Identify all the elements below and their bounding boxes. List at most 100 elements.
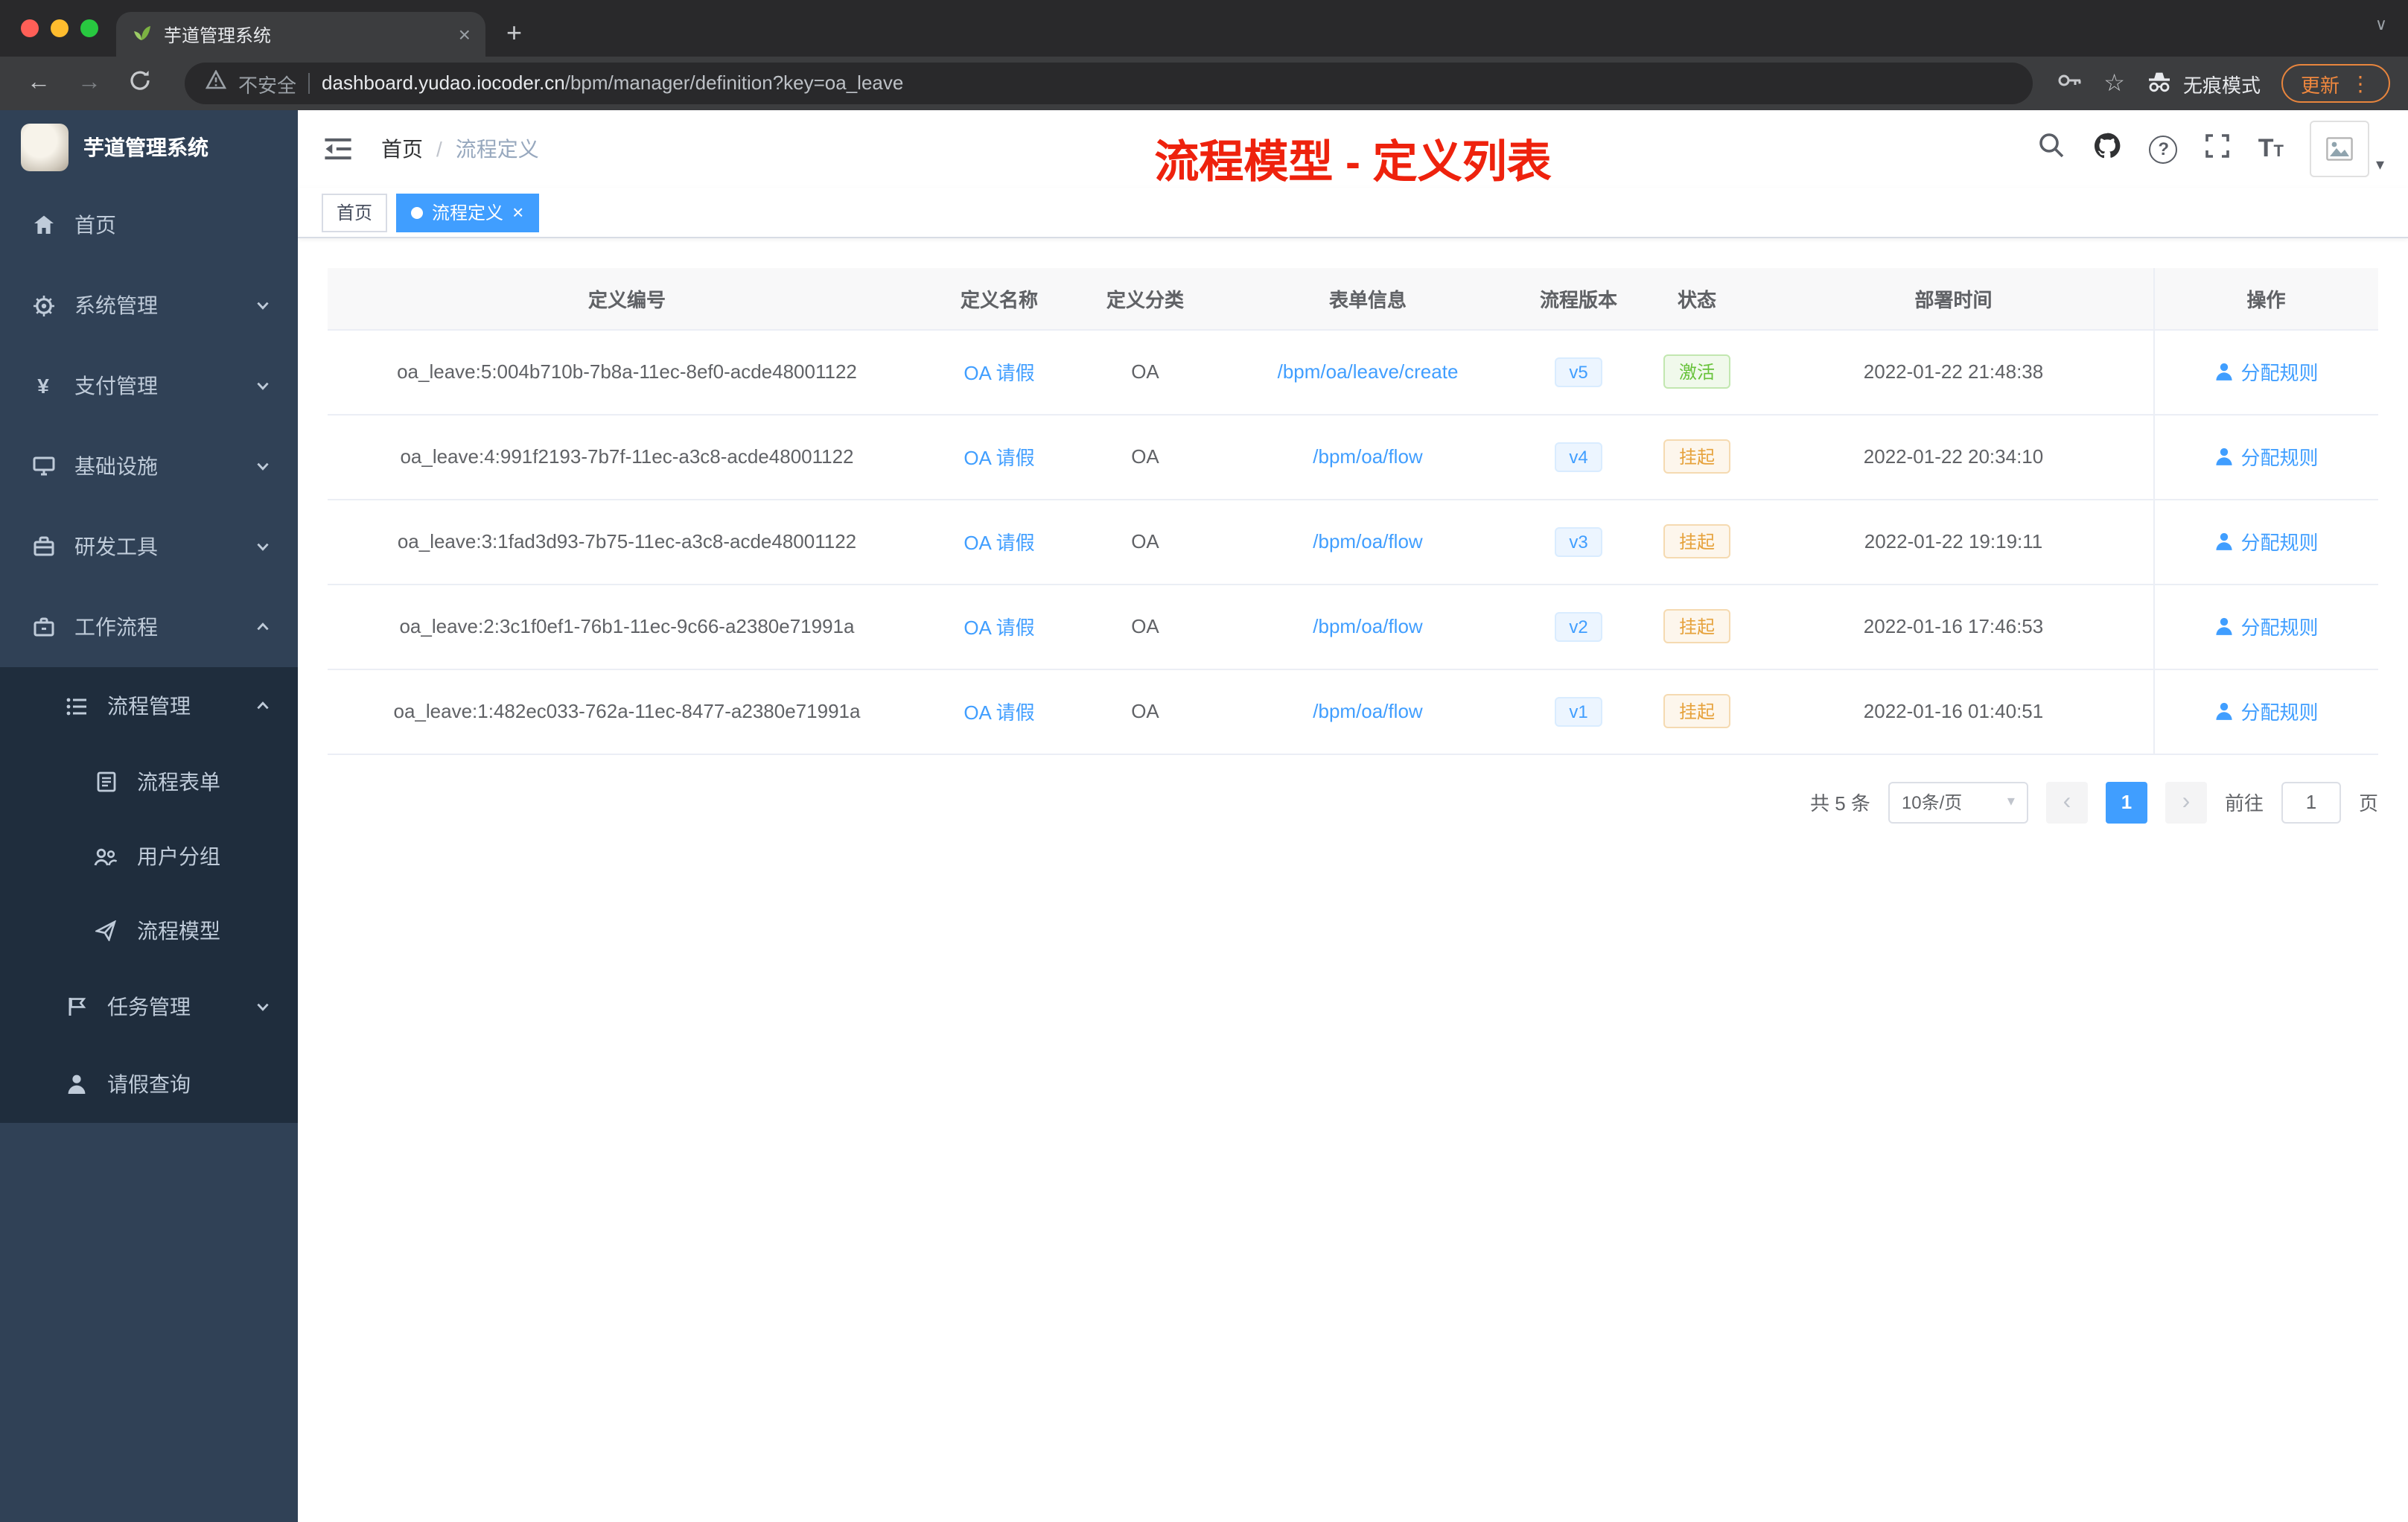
sidebar-item-leave-query[interactable]: 请假查询 (0, 1045, 298, 1123)
sidebar-item-system-management[interactable]: 系统管理 (0, 265, 298, 346)
table-row: oa_leave:5:004b710b-7b8a-11ec-8ef0-acde4… (328, 329, 2378, 415)
tab-search-chevron-icon[interactable]: ∨ (2375, 15, 2387, 34)
sidebar-item-infrastructure[interactable]: 基础设施 (0, 426, 298, 506)
fullscreen-icon[interactable] (2205, 132, 2232, 166)
back-icon[interactable]: ← (18, 70, 60, 97)
page-unit-label: 页 (2358, 792, 2378, 815)
chevron-down-icon (255, 297, 271, 313)
sidebar-item-workflow[interactable]: 工作流程 (0, 587, 298, 667)
reload-icon[interactable] (119, 68, 161, 99)
breadcrumb-home[interactable]: 首页 (381, 134, 423, 164)
cell-deploy-time: 2022-01-16 17:46:53 (1754, 584, 2153, 669)
user-avatar-menu[interactable]: ▾ (2310, 121, 2384, 177)
sidebar-item-dev-tools[interactable]: 研发工具 (0, 506, 298, 587)
browser-tab[interactable]: 芋道管理系统 × (116, 12, 485, 57)
sidebar-item-process-management[interactable]: 流程管理 (0, 667, 298, 745)
assign-rule-button[interactable]: 分配规则 (2214, 527, 2319, 555)
assign-rule-button[interactable]: 分配规则 (2214, 357, 2319, 386)
tag-process-definition[interactable]: 流程定义 × (396, 193, 539, 232)
sidebar-item-task-management[interactable]: 任务管理 (0, 968, 298, 1045)
tab-close-icon[interactable]: × (459, 22, 471, 46)
page-size-select[interactable]: 10条/页 ▾ (1888, 781, 2028, 823)
sidebar-item-label: 用户分组 (137, 844, 220, 868)
users-icon (92, 847, 119, 866)
definition-table: 定义编号 定义名称 定义分类 表单信息 流程版本 状态 部署时间 操作 oa_l (328, 268, 2378, 754)
tag-label: 首页 (337, 203, 373, 223)
maximize-window-button[interactable] (80, 19, 98, 37)
sidebar-item-label: 流程模型 (137, 919, 220, 943)
sidebar-item-process-forms[interactable]: 流程表单 (0, 745, 298, 819)
address-bar[interactable]: 不安全 dashboard.yudao.iocoder.cn/bpm/manag… (185, 63, 2033, 104)
update-button[interactable]: 更新 ⋮ (2281, 64, 2390, 103)
status-badge: 挂起 (1663, 439, 1730, 474)
col-header-name: 定义名称 (926, 268, 1072, 330)
definition-name-link[interactable]: OA 请假 (963, 617, 1034, 639)
goto-label: 前往 (2224, 792, 2264, 815)
sidebar-item-label: 系统管理 (74, 293, 158, 317)
cell-id: oa_leave:1:482ec033-762a-11ec-8477-a2380… (328, 669, 926, 754)
sidebar-logo-row[interactable]: 芋道管理系统 (0, 110, 298, 185)
goto-page-input[interactable] (2281, 781, 2341, 823)
gear-icon (30, 294, 57, 316)
definition-name-link[interactable]: OA 请假 (963, 701, 1034, 724)
favicon (131, 20, 152, 48)
form-link[interactable]: /bpm/oa/flow (1313, 530, 1422, 553)
url-host: dashboard.yudao.iocoder.cn (322, 71, 565, 94)
close-window-button[interactable] (21, 19, 39, 37)
yen-icon: ¥ (37, 374, 49, 398)
send-icon (92, 920, 119, 941)
sidebar-item-process-models[interactable]: 流程模型 (0, 894, 298, 968)
incognito-icon (2146, 69, 2173, 98)
browser-menu-kebab-icon[interactable]: ⋮ (2350, 71, 2371, 96)
chevron-down-icon (255, 999, 271, 1015)
key-icon[interactable] (2056, 68, 2083, 99)
assign-rule-button[interactable]: 分配规则 (2214, 612, 2319, 640)
definition-name-link[interactable]: OA 请假 (963, 532, 1034, 554)
total-count-label: 共 5 条 (1810, 792, 1870, 815)
form-link[interactable]: /bpm/oa/leave/create (1278, 360, 1459, 383)
minimize-window-button[interactable] (51, 19, 69, 37)
definition-name-link[interactable]: OA 请假 (963, 362, 1034, 384)
form-link[interactable]: /bpm/oa/flow (1313, 700, 1422, 722)
cell-deploy-time: 2022-01-16 01:40:51 (1754, 669, 2153, 754)
prev-page-button[interactable]: ‹ (2045, 781, 2088, 823)
security-label[interactable]: 不安全 (238, 69, 296, 98)
bookmark-star-icon[interactable]: ☆ (2103, 69, 2125, 98)
briefcase-icon (30, 617, 57, 637)
assign-rule-button[interactable]: 分配规则 (2214, 442, 2319, 471)
tag-home[interactable]: 首页 (322, 193, 388, 232)
version-badge: v1 (1554, 696, 1603, 726)
monitor-icon (30, 456, 57, 477)
form-link[interactable]: /bpm/oa/flow (1313, 615, 1422, 637)
forward-icon[interactable]: → (69, 70, 110, 97)
font-size-icon[interactable]: TT (2258, 134, 2284, 164)
url-separator (308, 73, 310, 94)
next-page-button[interactable]: › (2165, 781, 2207, 823)
sidebar-item-user-groups[interactable]: 用户分组 (0, 819, 298, 894)
sidebar-item-home[interactable]: 首页 (0, 185, 298, 265)
tag-close-icon[interactable]: × (512, 203, 523, 222)
sidebar-toggle-icon[interactable] (322, 133, 354, 165)
sidebar-item-label: 流程表单 (137, 770, 220, 794)
caret-down-icon: ▾ (2007, 794, 2015, 810)
new-tab-button[interactable]: + (506, 18, 522, 49)
help-icon[interactable]: ? (2149, 135, 2178, 163)
table-row: oa_leave:3:1fad3d93-7b75-11ec-a3c8-acde4… (328, 499, 2378, 585)
chevron-down-icon (255, 378, 271, 394)
page-number-1[interactable]: 1 (2105, 781, 2147, 823)
document-icon (92, 771, 119, 792)
search-icon[interactable] (2038, 131, 2066, 167)
version-badge: v4 (1554, 442, 1603, 471)
assign-rule-button[interactable]: 分配规则 (2214, 697, 2319, 725)
tags-view-bar: 首页 流程定义 × (298, 188, 2408, 238)
col-header-actions: 操作 (2153, 268, 2378, 330)
sidebar-item-payment-management[interactable]: ¥ 支付管理 (0, 346, 298, 426)
form-link[interactable]: /bpm/oa/flow (1313, 445, 1422, 468)
cell-deploy-time: 2022-01-22 19:19:11 (1754, 499, 2153, 585)
table-row: oa_leave:1:482ec033-762a-11ec-8477-a2380… (328, 669, 2378, 754)
caret-down-icon: ▾ (2375, 156, 2384, 174)
definition-name-link[interactable]: OA 请假 (963, 447, 1034, 469)
github-icon[interactable] (2093, 130, 2123, 168)
cell-category: OA (1072, 414, 1218, 500)
breadcrumb-separator: / (436, 137, 442, 161)
